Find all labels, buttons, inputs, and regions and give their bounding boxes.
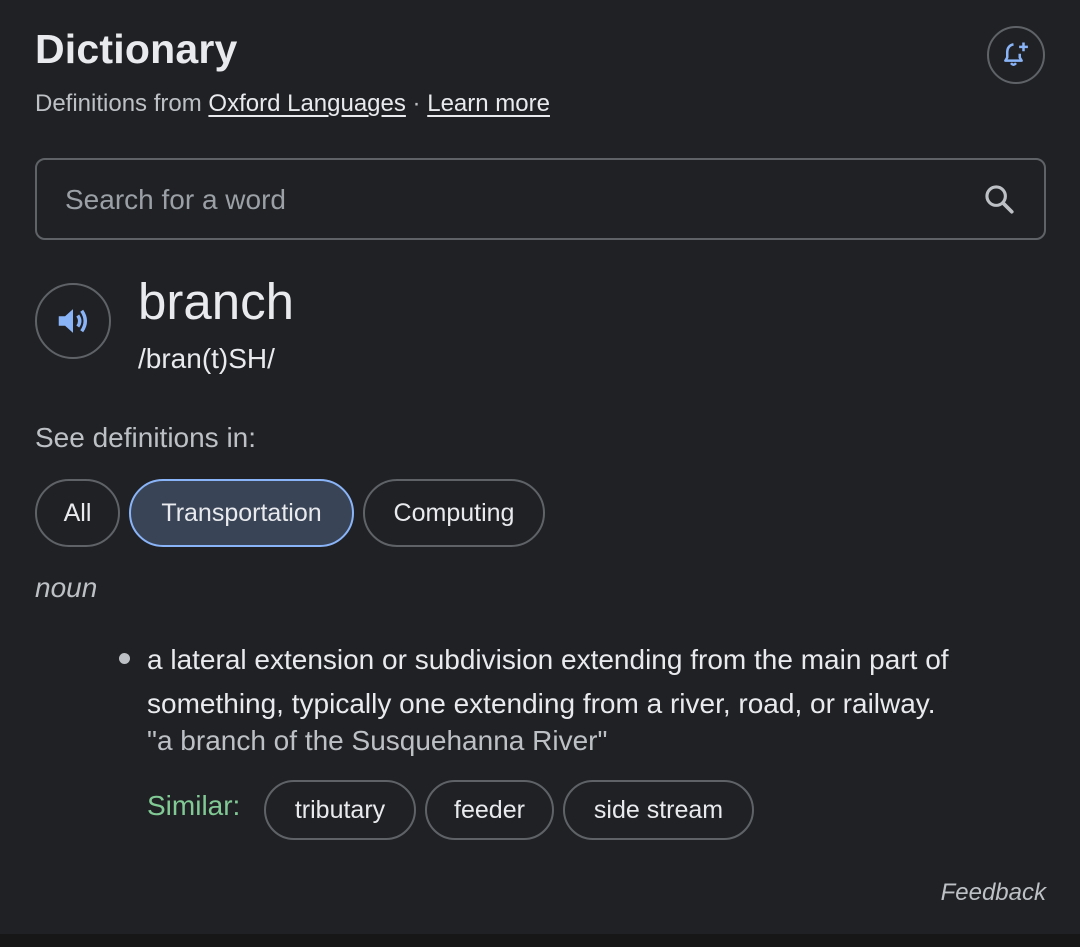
feedback-link[interactable]: Feedback	[941, 879, 1046, 907]
see-definitions-label: See definitions in:	[35, 422, 257, 453]
bottom-divider	[0, 934, 1080, 947]
phonetic-spelling: /bran(t)SH/	[138, 343, 275, 374]
headword: branch	[138, 273, 294, 330]
learn-more-link[interactable]: Learn more	[427, 90, 550, 117]
search-input[interactable]	[63, 160, 967, 240]
definition-text: a lateral extension or subdivision exten…	[147, 644, 949, 719]
oxford-languages-link[interactable]: Oxford Languages	[208, 90, 405, 117]
definitions-from-text: Definitions from	[35, 90, 202, 117]
bullet	[119, 653, 130, 664]
chip-transportation[interactable]: Transportation	[129, 479, 354, 547]
search-field[interactable]	[35, 158, 1046, 240]
chip-computing[interactable]: Computing	[363, 479, 545, 547]
example-sentence: "a branch of the Susquehanna River"	[147, 725, 608, 756]
similar-chip-feeder[interactable]: feeder	[425, 780, 554, 840]
separator: ·	[405, 90, 428, 117]
part-of-speech: noun	[35, 572, 98, 603]
similar-chip-tributary[interactable]: tributary	[264, 780, 416, 840]
source-line: Definitions from Oxford Languages · Lear…	[35, 90, 550, 118]
speaker-icon	[58, 309, 88, 333]
page-title: Dictionary	[35, 26, 238, 72]
add-alert-button[interactable]	[987, 26, 1045, 84]
similar-label: Similar:	[147, 790, 241, 821]
add-alert-icon	[1004, 42, 1028, 66]
chip-all[interactable]: All	[35, 479, 120, 547]
search-icon[interactable]	[982, 182, 1016, 216]
pronunciation-button[interactable]	[35, 283, 111, 359]
similar-chip-side-stream[interactable]: side stream	[563, 780, 754, 840]
